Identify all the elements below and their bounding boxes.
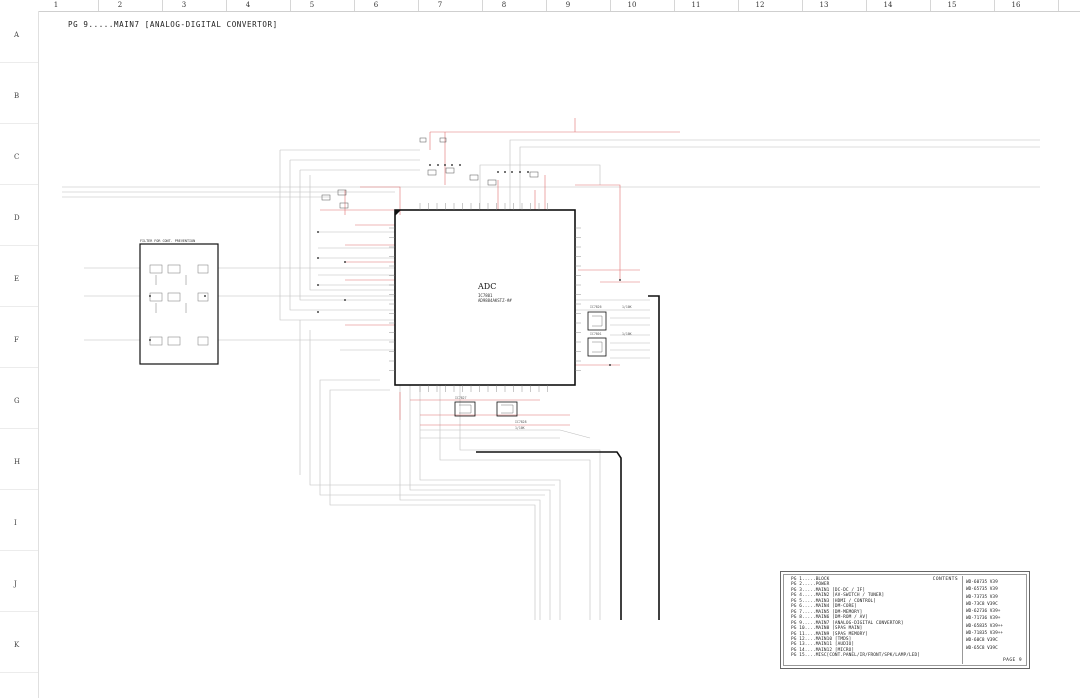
model-item: WD-65835 V39++ <box>966 623 1004 629</box>
schematic-sheet: 1 2 3 4 5 6 7 8 9 10 11 12 13 14 15 16 ABCDEFGHIJK PG 9… <box>0 0 1080 698</box>
page-number: PAGE 9 <box>1003 658 1022 663</box>
bottom-buffer-chips <box>454 401 518 417</box>
model-item: WD-73C8 V39C <box>966 601 998 607</box>
contents-header: CONTENTS <box>932 577 958 582</box>
model-item: WD-62736 V39+ <box>966 609 1001 615</box>
signal-wires <box>62 139 1040 620</box>
contents-table-frame: CONTENTS PG 1.....BLOCK PG 2.....POWER PG … <box>783 574 1027 666</box>
data-buses <box>476 295 660 620</box>
chip-ref: IC7827 <box>455 396 467 400</box>
contents-item: PG 15....MISC[CONT.PANEL/IR/FRONT/SPK/LA… <box>791 653 920 659</box>
model-item: WD-65735 V39 <box>966 587 998 593</box>
model-item: WD-60C8 V39C <box>966 638 998 644</box>
contents-list: PG 1.....BLOCK PG 2.....POWER PG 3.....MAI… <box>791 577 920 659</box>
adc-part: AD9884AKSTZ-## <box>478 298 512 303</box>
filter-block <box>139 243 219 365</box>
adc-label: ADC <box>478 282 497 291</box>
model-item: WD-71835 V39++ <box>966 631 1004 637</box>
chip-ref: IC7828 <box>515 420 527 424</box>
chip-note: 1/10K <box>622 332 632 336</box>
model-list: WD-60735 V39 WD-65735 V39 WD-73735 V39 WD-7… <box>966 579 1003 652</box>
chip-note: 1/10K <box>622 305 632 309</box>
chip-note: 1/10K <box>515 426 525 430</box>
filter-components <box>149 264 209 346</box>
contents-table: CONTENTS PG 1.....BLOCK PG 2.....POWER PG … <box>780 571 1030 669</box>
chip-ref: IC7826 <box>590 305 602 309</box>
power-traces <box>320 118 680 426</box>
junction-dots <box>149 164 621 366</box>
filter-block-label: FILTER FOR CONT. PREVENTION <box>140 239 196 243</box>
model-item: WD-71736 V39+ <box>966 616 1001 622</box>
contents-column: CONTENTS PG 1.....BLOCK PG 2.....POWER PG … <box>786 576 963 664</box>
model-item: WD-60735 V39 <box>966 580 998 585</box>
chip-ref: IC7801 <box>590 332 602 336</box>
models-column: WD-60735 V39 WD-65735 V39 WD-73735 V39 WD-7… <box>963 576 1025 664</box>
model-item: WD-65C8 V39C <box>966 645 998 651</box>
model-item: WD-73735 V39 <box>966 594 998 600</box>
